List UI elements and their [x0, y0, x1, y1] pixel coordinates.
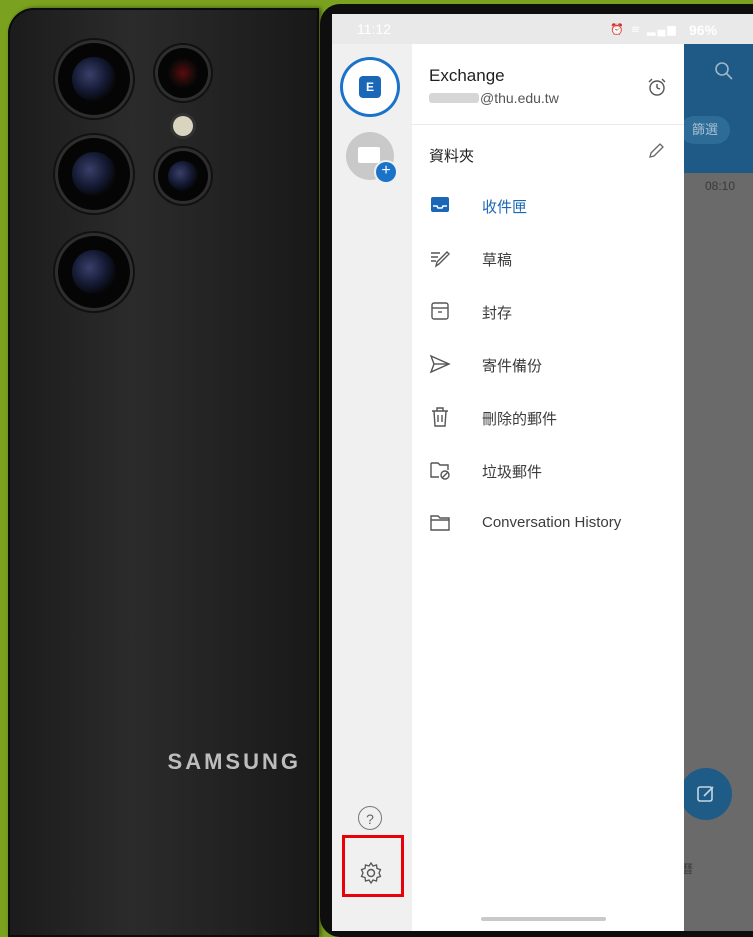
settings-highlight-box	[342, 835, 404, 897]
folders-heading: 資料夾	[429, 148, 475, 165]
battery-level: 96%	[689, 22, 718, 38]
folder-item-drafts[interactable]: 草稿	[412, 232, 684, 285]
status-bar: 11:12 ⏰ ≋ ▂▄▆ 96%	[332, 14, 753, 44]
folder-label: 垃圾郵件	[482, 464, 543, 481]
divider	[412, 124, 684, 125]
status-time: 11:12	[357, 21, 391, 37]
email-user-redacted	[429, 93, 479, 103]
samsung-logo: SAMSUNG	[167, 749, 301, 774]
folder-label: 草稿	[482, 252, 513, 269]
edit-icon[interactable]	[646, 141, 666, 161]
sent-icon	[428, 352, 452, 376]
folder-item-junk[interactable]: 垃圾郵件	[412, 444, 684, 497]
exchange-icon: E	[359, 76, 381, 98]
alarm-icon[interactable]	[646, 76, 668, 98]
junk-icon	[428, 458, 452, 482]
trash-icon	[428, 405, 452, 429]
folder-label: 收件匣	[482, 199, 528, 216]
archive-icon	[428, 299, 452, 323]
folder-label: 封存	[482, 305, 513, 322]
mail-icon	[358, 147, 380, 163]
compose-button[interactable]	[680, 768, 732, 820]
phone-screen: 篩選 08:10 曆 11:12 ⏰ ≋ ▂▄▆ 96% E + Exchang…	[332, 14, 753, 931]
search-icon[interactable]	[714, 61, 736, 83]
folder-item-conversation-history[interactable]: Conversation History	[412, 497, 684, 550]
camera-lens	[58, 236, 130, 308]
folder-item-deleted[interactable]: 刪除的郵件	[412, 391, 684, 444]
camera-lens	[58, 138, 130, 210]
message-time: 08:10	[705, 179, 736, 193]
folder-item-inbox[interactable]: 收件匣	[412, 179, 684, 232]
camera-lens	[158, 151, 208, 201]
signal-icons: ⏰ ≋ ▂▄▆	[610, 24, 678, 36]
folder-label: Conversation History	[482, 514, 622, 531]
gesture-nav-bar[interactable]	[481, 917, 606, 921]
filter-button[interactable]: 篩選	[680, 116, 730, 144]
add-account-button[interactable]: +	[346, 132, 396, 182]
flash-icon	[173, 116, 193, 136]
account-name: Exchange	[429, 66, 505, 85]
folder-item-sent[interactable]: 寄件備份	[412, 338, 684, 391]
folder-label: 刪除的郵件	[482, 411, 558, 428]
camera-lens	[158, 48, 208, 98]
plus-icon: +	[376, 162, 396, 182]
folder-label: 寄件備份	[482, 358, 543, 375]
folder-icon	[428, 511, 452, 535]
exchange-account-avatar[interactable]: E	[343, 60, 397, 114]
camera-lens	[58, 43, 130, 115]
drafts-icon	[428, 246, 452, 270]
account-email: @thu.edu.tw	[429, 90, 559, 106]
inbox-icon	[428, 193, 452, 217]
phone-back-image: SAMSUNG	[8, 8, 319, 937]
folder-item-archive[interactable]: 封存	[412, 285, 684, 338]
help-icon[interactable]: ?	[358, 806, 382, 830]
